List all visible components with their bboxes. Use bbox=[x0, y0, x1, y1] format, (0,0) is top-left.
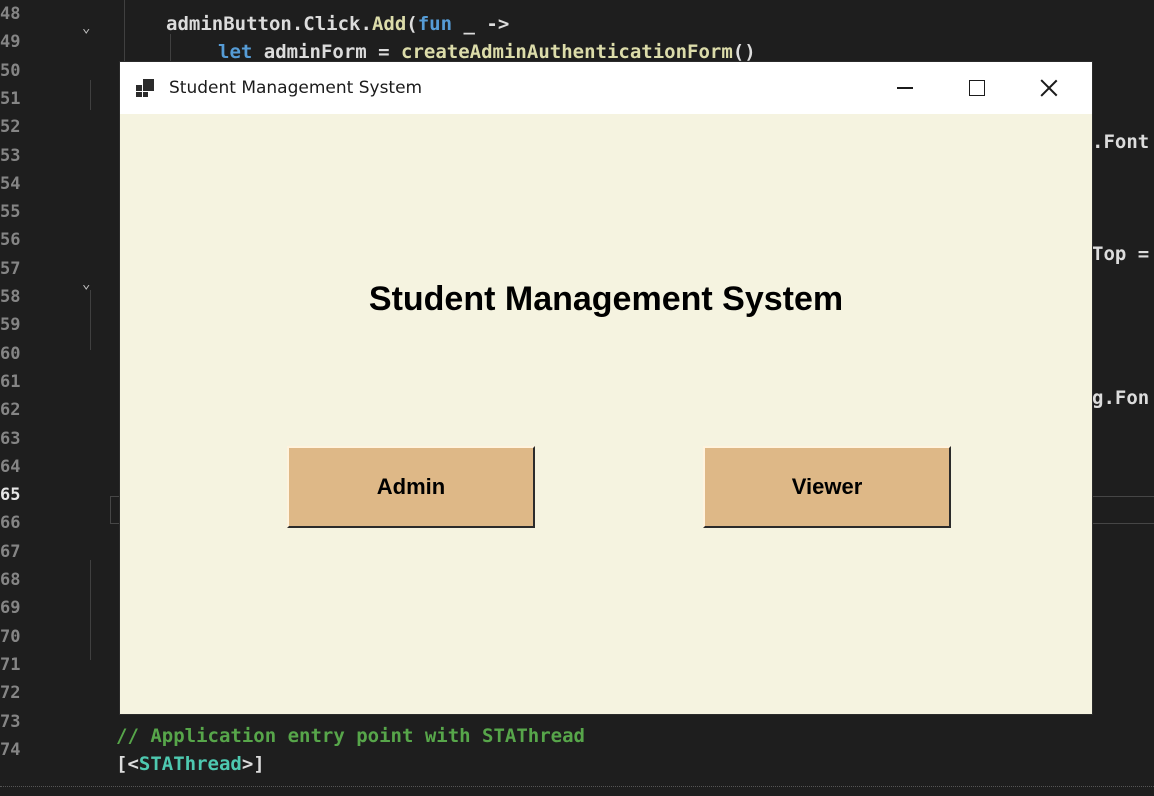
code-token: STAThread bbox=[138, 753, 242, 775]
line-number: 65 bbox=[0, 485, 21, 506]
code-fragment: .Font bbox=[1092, 131, 1150, 153]
code-token: . bbox=[291, 13, 304, 35]
code-line-73: // Application entry point with STAThrea… bbox=[116, 725, 585, 747]
minimize-button[interactable] bbox=[870, 62, 940, 114]
line-number: 68 bbox=[0, 570, 21, 590]
line-number: 61 bbox=[0, 371, 21, 392]
line-number: 53 bbox=[0, 145, 21, 166]
code-token: ( bbox=[406, 13, 418, 35]
line-number: 58 bbox=[0, 287, 21, 307]
line-number: 72 bbox=[0, 683, 21, 704]
close-button[interactable] bbox=[1014, 62, 1084, 114]
line-number: 66 bbox=[0, 513, 21, 534]
line-number: 56 bbox=[0, 230, 21, 251]
line-number: 69 bbox=[0, 598, 21, 619]
indent-guide bbox=[124, 0, 125, 62]
code-token: adminButton bbox=[166, 13, 292, 35]
line-number: 51 bbox=[0, 88, 21, 109]
close-icon bbox=[1040, 79, 1058, 97]
fold-guide bbox=[90, 80, 91, 110]
line-number: 60 bbox=[0, 343, 21, 364]
code-token: adminForm = bbox=[252, 41, 402, 63]
form-client-area: Student Management System Admin Viewer bbox=[120, 114, 1092, 714]
code-line-48: adminButton.Click.Add(fun _ -> bbox=[166, 10, 509, 38]
indent-guide bbox=[170, 34, 171, 62]
line-number: 67 bbox=[0, 541, 21, 562]
line-number: 50 bbox=[0, 60, 21, 81]
code-token: >] bbox=[241, 753, 265, 775]
code-token: . bbox=[360, 13, 372, 35]
code-fragment: Top = bbox=[1092, 243, 1150, 265]
maximize-button[interactable] bbox=[942, 62, 1012, 114]
app-form-icon bbox=[136, 79, 156, 97]
code-line-74: [<STAThread>] bbox=[116, 750, 265, 778]
code-token: createAdminAuthenticationForm bbox=[401, 41, 733, 63]
page-title: Student Management System bbox=[368, 280, 844, 318]
line-number: 49 bbox=[0, 32, 21, 53]
fold-guide bbox=[90, 560, 91, 660]
line-number: 59 bbox=[0, 315, 21, 336]
line-number: 62 bbox=[0, 400, 21, 421]
code-token: [< bbox=[116, 753, 139, 775]
code-token: fun bbox=[417, 13, 453, 35]
line-number: 55 bbox=[0, 202, 21, 223]
code-fragment: g.Fon bbox=[1092, 387, 1150, 409]
line-number: 54 bbox=[0, 173, 21, 194]
fold-chevron-down-icon[interactable]: ⌄ bbox=[82, 20, 98, 36]
editor-bottom-divider bbox=[0, 786, 1154, 787]
code-token: Click bbox=[303, 13, 361, 35]
code-token: _ -> bbox=[452, 13, 510, 35]
window-title: Student Management System bbox=[169, 78, 423, 98]
line-number: 73 bbox=[0, 711, 21, 732]
line-number: 70 bbox=[0, 626, 21, 647]
line-number: 57 bbox=[0, 258, 21, 279]
line-number: 71 bbox=[0, 654, 21, 675]
code-token: () bbox=[732, 41, 756, 63]
line-number: 48 bbox=[0, 4, 21, 24]
student-management-window[interactable]: Student Management System Student Manage… bbox=[120, 62, 1092, 714]
line-number: 63 bbox=[0, 428, 21, 449]
line-number: 64 bbox=[0, 456, 21, 477]
viewer-button[interactable]: Viewer bbox=[703, 446, 951, 528]
line-number: 52 bbox=[0, 117, 21, 138]
code-token: let bbox=[218, 41, 253, 63]
minimize-icon bbox=[897, 87, 913, 89]
window-titlebar[interactable]: Student Management System bbox=[120, 62, 1092, 114]
fold-guide bbox=[90, 290, 91, 350]
code-token: Add bbox=[371, 13, 407, 35]
admin-button[interactable]: Admin bbox=[287, 446, 535, 528]
line-number: 74 bbox=[0, 739, 21, 760]
maximize-icon bbox=[969, 80, 985, 96]
line-number-gutter: 48 49 50 51 52 53 54 55 56 57 58 59 60 61 62 63 64 65 66 67… bbox=[0, 0, 60, 796]
